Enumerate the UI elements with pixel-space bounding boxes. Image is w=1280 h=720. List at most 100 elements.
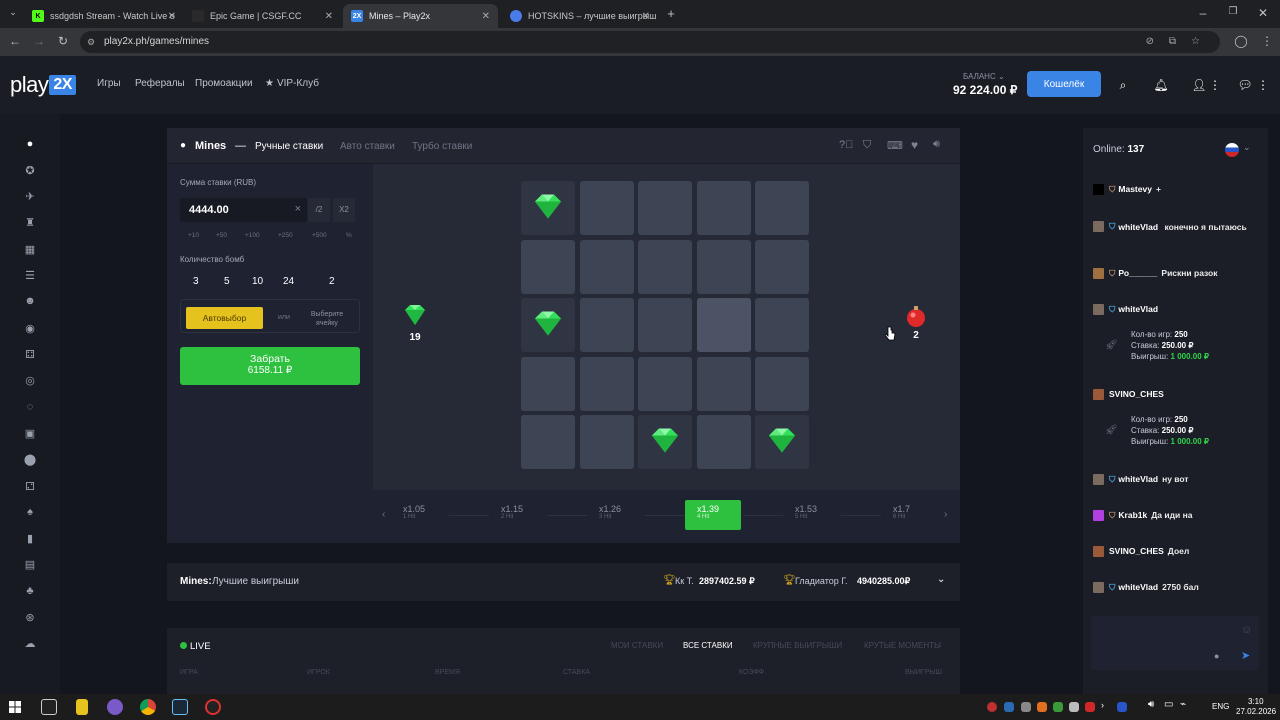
avatar[interactable]	[1093, 474, 1104, 485]
network-icon[interactable]: ⌁	[1180, 699, 1186, 710]
close-icon[interactable]: ✕	[325, 11, 333, 22]
tray-icon[interactable]	[1069, 702, 1079, 712]
smile-icon[interactable]: ☻	[22, 293, 38, 309]
target-icon[interactable]: ⊛	[22, 609, 38, 625]
minimize-icon[interactable]: –	[1196, 6, 1210, 20]
coin-icon[interactable]: ⬤	[22, 451, 38, 467]
sound-icon[interactable]: 🔊︎	[933, 138, 940, 151]
display-icon[interactable]: ▭	[1164, 699, 1173, 710]
stairs-icon[interactable]: ☰	[22, 267, 38, 283]
task-view-icon[interactable]	[41, 699, 57, 715]
profile-icon[interactable]: ◯	[1234, 34, 1248, 48]
avatar[interactable]	[1093, 268, 1104, 279]
show-hidden-icon[interactable]: ›	[1101, 700, 1104, 710]
favorite-heart-icon[interactable]: ♥	[911, 138, 918, 152]
close-window-icon[interactable]: ✕	[1256, 6, 1270, 20]
avatar[interactable]	[1093, 389, 1104, 400]
forward-icon[interactable]: →	[32, 34, 46, 48]
circle-dashed-icon[interactable]: ◌	[22, 399, 38, 415]
mine-cell[interactable]	[638, 298, 692, 352]
mine-cell[interactable]	[579, 239, 634, 294]
nav-promotions[interactable]: Промоакции	[195, 78, 253, 89]
tab-big-wins[interactable]: КРУПНЫЕ ВЫИГРЫШИ	[753, 641, 842, 650]
translate-icon[interactable]: ⊘	[1146, 31, 1154, 53]
half-bet-button[interactable]: /2	[308, 198, 330, 222]
mine-cell[interactable]	[521, 356, 575, 411]
tab-auto-bets[interactable]: Авто ставки	[340, 141, 395, 152]
quick-bet-percent[interactable]: %	[346, 232, 352, 239]
double-bet-button[interactable]: X2	[333, 198, 355, 222]
taskbar-app-icon[interactable]	[76, 699, 88, 715]
spade-icon[interactable]: ♠	[22, 504, 38, 520]
play2x-logo[interactable]: play 2X	[10, 72, 76, 98]
search-icon[interactable]: ⌕	[1110, 72, 1136, 98]
bell-icon[interactable]: 🔔︎	[1148, 72, 1174, 98]
taskbar-app-icon[interactable]	[205, 699, 221, 715]
tray-icon[interactable]	[1117, 702, 1127, 712]
mine-cell[interactable]	[521, 239, 575, 294]
browser-tab-mines[interactable]: 2X Mines – Play2x ✕	[343, 4, 498, 28]
autopick-button[interactable]: Автовыбор	[186, 307, 263, 329]
tray-icon[interactable]	[1004, 702, 1014, 712]
nav-referrals[interactable]: Рефералы	[135, 78, 185, 89]
tray-icon[interactable]	[1037, 702, 1047, 712]
crash-icon[interactable]: ✪	[22, 162, 38, 178]
quick-bet-50[interactable]: +50	[216, 232, 227, 239]
scroll-left-icon[interactable]: ‹	[382, 509, 385, 520]
nav-vip-club[interactable]: ★ VIP-Клуб	[265, 78, 319, 89]
quick-bet-100[interactable]: +100	[245, 232, 260, 239]
tab-turbo-bets[interactable]: Турбо ставки	[412, 141, 472, 152]
tab-my-bets[interactable]: МОИ СТАВКИ	[611, 641, 663, 650]
tab-all-bets[interactable]: ВСЕ СТАВКИ	[683, 641, 733, 650]
mine-cell[interactable]	[755, 298, 809, 352]
volume-icon[interactable]: 🔊︎	[1148, 699, 1154, 710]
mine-cell[interactable]	[579, 356, 634, 411]
avatar[interactable]	[1093, 184, 1104, 195]
chrome-icon[interactable]	[140, 699, 156, 715]
tree-icon[interactable]: ♣	[22, 583, 38, 599]
mine-cell[interactable]	[579, 298, 634, 352]
mine-cell-gem[interactable]	[521, 181, 575, 235]
more-icon[interactable]: ⋮	[1202, 72, 1228, 98]
close-icon[interactable]: ✕	[482, 11, 490, 22]
close-icon[interactable]: ✕	[168, 11, 176, 22]
chat-input[interactable]	[1091, 616, 1259, 670]
tray-icon[interactable]	[1053, 702, 1063, 712]
clear-icon[interactable]: ×	[295, 203, 301, 215]
tower-icon[interactable]: ♜	[22, 214, 38, 230]
maximize-icon[interactable]: ❐	[1226, 6, 1240, 17]
help-icon[interactable]: ?⃝	[839, 139, 853, 151]
mine-cell[interactable]	[696, 298, 751, 352]
browser-tab-csgf[interactable]: Epic Game | CSGF.CC ✕	[184, 4, 341, 28]
tray-icon[interactable]	[987, 702, 997, 712]
slots-icon[interactable]: ▦	[22, 241, 38, 257]
cashout-button[interactable]: Забрать 6158.11 ₽	[180, 347, 360, 385]
clock-time[interactable]: 3:10	[1248, 697, 1264, 706]
browser-tab-hotskins[interactable]: HOTSKINS – лучшие выигрыш ✕	[502, 4, 658, 28]
bookmark-star-icon[interactable]: ☆	[1191, 31, 1200, 53]
chat-more-icon[interactable]: ⋮	[1250, 72, 1276, 98]
bomb-option-24[interactable]: 24	[283, 276, 294, 287]
taskbar-app-icon[interactable]	[107, 699, 123, 715]
mine-cell[interactable]	[521, 415, 575, 469]
mine-cell[interactable]	[755, 239, 809, 294]
close-icon[interactable]: ✕	[642, 11, 650, 22]
install-icon[interactable]: ⧉	[1169, 31, 1176, 53]
quick-bet-500[interactable]: +500	[312, 232, 327, 239]
url-field[interactable]: ⚙ play2x.ph/games/mines ⊘ ⧉ ☆	[80, 31, 1220, 53]
mine-cell[interactable]	[696, 181, 751, 235]
avatar[interactable]	[1093, 221, 1104, 232]
cloud-icon[interactable]: ☁	[22, 635, 38, 651]
mine-cell[interactable]	[755, 356, 809, 411]
browser-tab-kick[interactable]: K ssdgdsh Stream - Watch Live o ✕	[24, 4, 184, 28]
bomb-option-custom[interactable]: 2	[329, 276, 335, 287]
mine-cell[interactable]	[579, 181, 634, 235]
chart-icon[interactable]: ▮	[22, 530, 38, 546]
clock-date[interactable]: 27.02.2026	[1236, 707, 1276, 716]
quick-bet-10[interactable]: +10	[188, 232, 199, 239]
wallet-button[interactable]: Кошелёк	[1027, 71, 1101, 97]
tray-icon[interactable]	[1021, 702, 1031, 712]
coin-icon[interactable]: ●	[1214, 651, 1219, 661]
mine-cell[interactable]	[638, 239, 692, 294]
cards-icon[interactable]: ▣	[22, 425, 38, 441]
